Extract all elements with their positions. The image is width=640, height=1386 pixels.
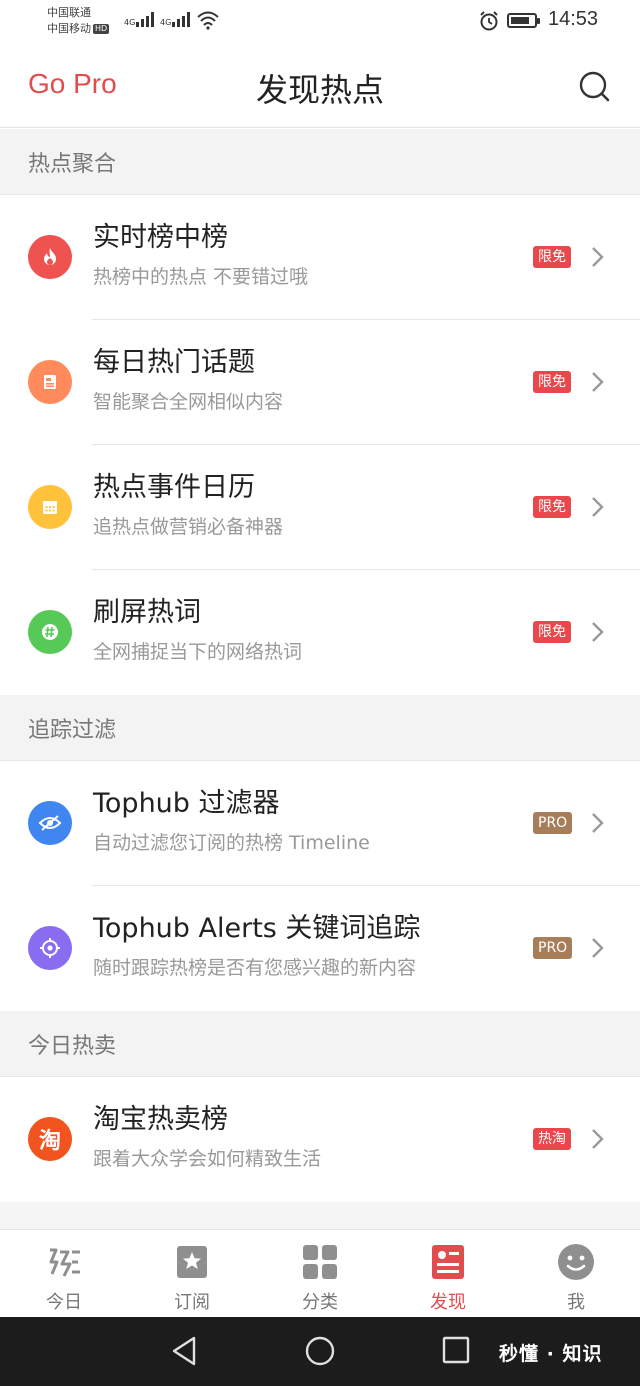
tab-label: 我 bbox=[567, 1292, 585, 1313]
chevron-right-icon bbox=[592, 938, 604, 958]
recents-icon[interactable] bbox=[441, 1335, 471, 1365]
section-hot-aggregate: 热点聚合 实时榜中榜 热榜中的热点 不要错过哦 限免 每日热门话题 智能聚合全网… bbox=[0, 129, 640, 695]
back-icon[interactable] bbox=[170, 1335, 198, 1367]
pro-badge: PRO bbox=[533, 812, 573, 834]
page-title: 发现热点 bbox=[255, 71, 384, 109]
list-item-tophub-alerts[interactable]: Tophub Alerts 关键词追踪 随时跟踪热榜是否有您感兴趣的新内容 PR… bbox=[0, 886, 640, 1011]
taobao-icon-glyph: 淘 bbox=[38, 1129, 61, 1154]
list-item-event-calendar[interactable]: 热点事件日历 追热点做营销必备神器 限免 bbox=[0, 445, 640, 570]
section-tracking-filter: 追踪过滤 Tophub 过滤器 自动过滤您订阅的热榜 Timeline PRO … bbox=[0, 695, 640, 1011]
item-title: 每日热门话题 bbox=[93, 347, 255, 378]
tab-label: 发现 bbox=[430, 1292, 466, 1313]
section-header: 今日热卖 bbox=[0, 1011, 640, 1077]
list-item-tophub-filter[interactable]: Tophub 过滤器 自动过滤您订阅的热榜 Timeline PRO bbox=[0, 761, 640, 886]
network-type-label: 4G bbox=[160, 18, 172, 27]
tab-label: 今日 bbox=[46, 1292, 82, 1313]
carrier-info: 中国联通 中国移动 HD bbox=[47, 5, 110, 37]
list-item-taobao-hot[interactable]: 淘 淘宝热卖榜 跟着大众学会如何精致生活 热淘 bbox=[0, 1077, 640, 1202]
discover-list: 热点聚合 实时榜中榜 热榜中的热点 不要错过哦 限免 每日热门话题 智能聚合全网… bbox=[0, 129, 640, 1229]
system-nav-bar: 秒懂 · 知识 bbox=[0, 1317, 640, 1386]
tab-category[interactable]: 分类 bbox=[256, 1230, 384, 1318]
smiley-icon bbox=[558, 1244, 594, 1280]
item-title: Tophub 过滤器 bbox=[93, 788, 280, 819]
tab-label: 分类 bbox=[302, 1292, 338, 1313]
search-icon[interactable] bbox=[574, 66, 614, 106]
hashtag-icon bbox=[28, 610, 72, 654]
chevron-right-icon bbox=[592, 247, 604, 267]
free-badge: 限免 bbox=[533, 496, 571, 518]
item-subtitle: 随时跟踪热榜是否有您感兴趣的新内容 bbox=[93, 957, 417, 979]
list-item-daily-topics[interactable]: 每日热门话题 智能聚合全网相似内容 限免 bbox=[0, 320, 640, 445]
home-icon[interactable] bbox=[304, 1335, 336, 1367]
tab-me[interactable]: 我 bbox=[512, 1230, 640, 1318]
wifi-icon bbox=[197, 11, 219, 30]
free-badge: 限免 bbox=[533, 621, 571, 643]
flame-icon bbox=[28, 235, 72, 279]
section-header: 追踪过滤 bbox=[0, 695, 640, 761]
tab-label: 订阅 bbox=[174, 1292, 210, 1313]
today-icon bbox=[49, 1248, 80, 1277]
chevron-right-icon bbox=[592, 1129, 604, 1149]
alarm-icon bbox=[480, 11, 498, 31]
free-badge: 限免 bbox=[533, 246, 571, 268]
hd-badge: HD bbox=[93, 24, 110, 34]
chevron-right-icon bbox=[592, 372, 604, 392]
grid-icon bbox=[303, 1245, 337, 1279]
pro-badge: PRO bbox=[533, 937, 573, 959]
carrier-2: 中国移动 bbox=[47, 22, 91, 35]
item-subtitle: 热榜中的热点 不要错过哦 bbox=[93, 266, 309, 288]
nav-bar: Go Pro 发现热点 bbox=[0, 44, 640, 128]
hot-badge: 热淘 bbox=[533, 1128, 571, 1150]
calendar-icon bbox=[28, 485, 72, 529]
tab-discover[interactable]: 发现 bbox=[384, 1230, 512, 1318]
star-bookmark-icon bbox=[177, 1246, 207, 1278]
signal-icon: 4G bbox=[124, 11, 155, 27]
signal-icon: 4G bbox=[160, 11, 191, 27]
item-subtitle: 跟着大众学会如何精致生活 bbox=[93, 1148, 322, 1170]
eye-off-icon bbox=[28, 801, 72, 845]
item-title: 热点事件日历 bbox=[93, 472, 255, 503]
section-today-hot-sale: 今日热卖 淘 淘宝热卖榜 跟着大众学会如何精致生活 热淘 bbox=[0, 1011, 640, 1202]
clock: 14:53 bbox=[548, 8, 599, 30]
free-badge: 限免 bbox=[533, 371, 571, 393]
network-type-label: 4G bbox=[124, 18, 136, 27]
item-subtitle: 追热点做营销必备神器 bbox=[93, 516, 284, 538]
item-subtitle: 智能聚合全网相似内容 bbox=[93, 391, 284, 413]
tab-today[interactable]: 今日 bbox=[0, 1230, 128, 1318]
battery-icon bbox=[507, 13, 540, 28]
status-bar: 中国联通 中国移动 HD 4G 4G 14:53 bbox=[0, 0, 640, 44]
taobao-icon: 淘 bbox=[28, 1117, 72, 1161]
item-title: 淘宝热卖榜 bbox=[93, 1104, 228, 1135]
item-title: Tophub Alerts 关键词追踪 bbox=[93, 913, 421, 944]
item-subtitle: 自动过滤您订阅的热榜 Timeline bbox=[93, 832, 370, 854]
chevron-right-icon bbox=[592, 497, 604, 517]
item-subtitle: 全网捕捉当下的网络热词 bbox=[93, 641, 303, 663]
carrier-1: 中国联通 bbox=[47, 6, 91, 19]
chevron-right-icon bbox=[592, 622, 604, 642]
tab-subscribe[interactable]: 订阅 bbox=[128, 1230, 256, 1318]
tab-bar: 今日 订阅 分类 发现 我 bbox=[0, 1229, 640, 1317]
list-item-trending-words[interactable]: 刷屏热词 全网捕捉当下的网络热词 限免 bbox=[0, 570, 640, 695]
discover-icon bbox=[432, 1245, 464, 1279]
section-header: 热点聚合 bbox=[0, 129, 640, 195]
watermark: 秒懂 · 知识 bbox=[499, 1343, 603, 1365]
list-item-realtime-chart[interactable]: 实时榜中榜 热榜中的热点 不要错过哦 限免 bbox=[0, 195, 640, 320]
target-icon bbox=[28, 926, 72, 970]
document-icon bbox=[28, 360, 72, 404]
chevron-right-icon bbox=[592, 813, 604, 833]
item-title: 实时榜中榜 bbox=[93, 222, 228, 253]
item-title: 刷屏热词 bbox=[93, 597, 201, 628]
